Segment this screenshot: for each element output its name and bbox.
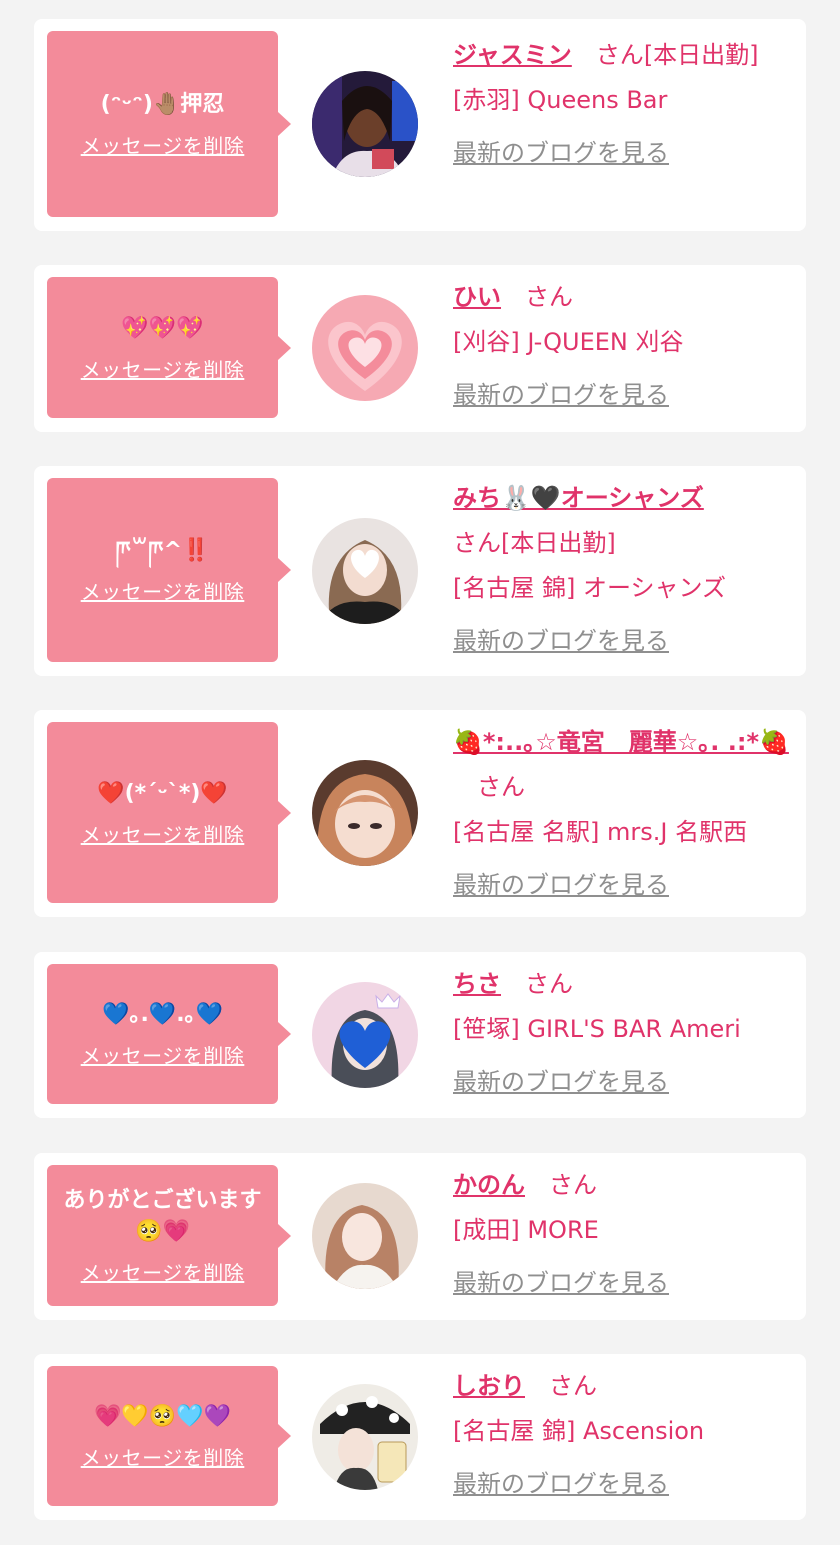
avatar-photo-icon [312, 760, 418, 866]
message-bubble: ありがとございます🥺💗 メッセージを削除 [47, 1165, 291, 1306]
delete-message-link[interactable]: メッセージを削除 [81, 130, 245, 159]
avatar-photo-icon [312, 1384, 418, 1490]
san-label: さん [525, 970, 573, 998]
avatar[interactable] [312, 1384, 418, 1490]
avatar[interactable] [312, 1183, 418, 1289]
message-text: ありがとございます🥺💗 [63, 1188, 262, 1244]
message-card: ありがとございます🥺💗 メッセージを削除 かのん さん [成田] MORE 最新の… [34, 1153, 806, 1320]
message-text: 💖💖💖 [121, 315, 204, 341]
message-bubble: 💙｡.💙.｡💙 メッセージを削除 [47, 964, 291, 1104]
san-label: さん [549, 1171, 597, 1199]
latest-blog-link[interactable]: 最新のブログを見る [453, 1462, 793, 1507]
cast-info: ジャスミン さん[本日出勤] [赤羽] Queens Bar 最新のブログを見る [453, 33, 793, 176]
cast-info: 🍓*:..｡☆竜宮 麗華☆｡. .:*🍓 さん [名古屋 名駅] mrs.J 名駅… [453, 720, 793, 908]
shop-label: [刈谷] J-QUEEN 刈谷 [453, 328, 684, 356]
cast-info: かのん さん [成田] MORE 最新のブログを見る [453, 1163, 793, 1306]
shop-label: [名古屋 錦] Ascension [453, 1417, 705, 1445]
message-text: 💗💛🥺🩵💜 [94, 1404, 231, 1429]
latest-blog-link[interactable]: 最新のブログを見る [453, 1060, 793, 1105]
san-label: さん [595, 41, 644, 69]
attendance-badge: [本日出勤] [501, 529, 616, 557]
san-label: さん [453, 529, 501, 557]
shop-label: [名古屋 名駅] mrs.J 名駅西 [453, 818, 748, 846]
avatar-photo-icon [312, 518, 418, 624]
delete-message-link[interactable]: メッセージを削除 [81, 354, 245, 383]
delete-message-link[interactable]: メッセージを削除 [81, 819, 245, 848]
delete-message-link[interactable]: メッセージを削除 [81, 576, 245, 605]
message-bubble: ❤️(*´ᵕ`*)❤️ メッセージを削除 [47, 722, 291, 903]
avatar[interactable] [312, 518, 418, 624]
avatar[interactable] [312, 71, 418, 177]
message-card: (ᵔᵕᵔ)🤚🏽押忍 メッセージを削除 ジャスミン さん[本日出勤] [赤羽] Qu… [34, 19, 806, 231]
latest-blog-link[interactable]: 最新のブログを見る [453, 619, 793, 664]
message-card: 💖💖💖 メッセージを削除 ひい さん [刈谷] J-QUEEN 刈谷 最新のブログ… [34, 265, 806, 432]
message-list: (ᵔᵕᵔ)🤚🏽押忍 メッセージを削除 ジャスミン さん[本日出勤] [赤羽] Qu… [0, 0, 840, 1545]
message-card: ❤️(*´ᵕ`*)❤️ メッセージを削除 🍓*:..｡☆竜宮 麗華☆｡. .:*… [34, 710, 806, 917]
pink-heart-avatar-icon [312, 295, 418, 401]
latest-blog-link[interactable]: 最新のブログを見る [453, 373, 793, 418]
cast-name-link[interactable]: 🍓*:..｡☆竜宮 麗華☆｡. .:*🍓 [453, 728, 789, 756]
message-card: ཫ꒳ཫ^‼️ メッセージを削除 みち🐰🖤オーシャンズ さん[本日出勤] [名古屋 … [34, 466, 806, 676]
cast-name-link[interactable]: ジャスミン [453, 41, 572, 69]
avatar-photo-icon [312, 982, 418, 1088]
message-bubble: 💗💛🥺🩵💜 メッセージを削除 [47, 1366, 291, 1506]
cast-name-link[interactable]: しおり [453, 1372, 525, 1400]
avatar[interactable] [312, 295, 418, 401]
message-text: 💙｡.💙.｡💙 [102, 1002, 223, 1027]
delete-message-link[interactable]: メッセージを削除 [81, 1257, 245, 1286]
avatar-photo-icon [312, 71, 418, 177]
message-card: 💙｡.💙.｡💙 メッセージを削除 ちさ さん [笹塚] GIRL'S BAR Am… [34, 952, 806, 1118]
cast-info: ひい さん [刈谷] J-QUEEN 刈谷 最新のブログを見る [453, 275, 793, 418]
message-card: 💗💛🥺🩵💜 メッセージを削除 しおり さん [名古屋 錦] Ascension 最… [34, 1354, 806, 1520]
message-text: (ᵔᵕᵔ)🤚🏽押忍 [100, 92, 225, 117]
shop-label: [成田] MORE [453, 1216, 599, 1244]
shop-label: [名古屋 錦] オーシャンズ [453, 574, 727, 602]
cast-info: ちさ さん [笹塚] GIRL'S BAR Ameri 最新のブログを見る [453, 962, 793, 1105]
cast-info: みち🐰🖤オーシャンズ さん[本日出勤] [名古屋 錦] オーシャンズ 最新のブログ… [453, 476, 793, 664]
message-bubble: ཫ꒳ཫ^‼️ メッセージを削除 [47, 478, 291, 662]
message-bubble: (ᵔᵕᵔ)🤚🏽押忍 メッセージを削除 [47, 31, 291, 217]
shop-label: [笹塚] GIRL'S BAR Ameri [453, 1015, 741, 1043]
san-label: さん [477, 773, 525, 801]
san-label: さん [549, 1372, 597, 1400]
message-text: ཫ꒳ཫ^‼️ [115, 538, 210, 563]
avatar-photo-icon [312, 1183, 418, 1289]
delete-message-link[interactable]: メッセージを削除 [81, 1040, 245, 1069]
cast-name-link[interactable]: ひい [453, 283, 501, 311]
cast-name-link[interactable]: みち🐰🖤オーシャンズ [453, 484, 704, 512]
shop-label: [赤羽] Queens Bar [453, 86, 668, 114]
avatar[interactable] [312, 760, 418, 866]
cast-name-link[interactable]: かのん [453, 1171, 525, 1199]
attendance-badge: [本日出勤] [643, 41, 759, 69]
latest-blog-link[interactable]: 最新のブログを見る [453, 131, 793, 176]
delete-message-link[interactable]: メッセージを削除 [81, 1442, 245, 1471]
cast-info: しおり さん [名古屋 錦] Ascension 最新のブログを見る [453, 1364, 793, 1507]
avatar[interactable] [312, 982, 418, 1088]
san-label: さん [525, 283, 573, 311]
latest-blog-link[interactable]: 最新のブログを見る [453, 1261, 793, 1306]
latest-blog-link[interactable]: 最新のブログを見る [453, 863, 793, 908]
cast-name-link[interactable]: ちさ [453, 970, 501, 998]
message-text: ❤️(*´ᵕ`*)❤️ [97, 780, 228, 806]
message-bubble: 💖💖💖 メッセージを削除 [47, 277, 291, 418]
